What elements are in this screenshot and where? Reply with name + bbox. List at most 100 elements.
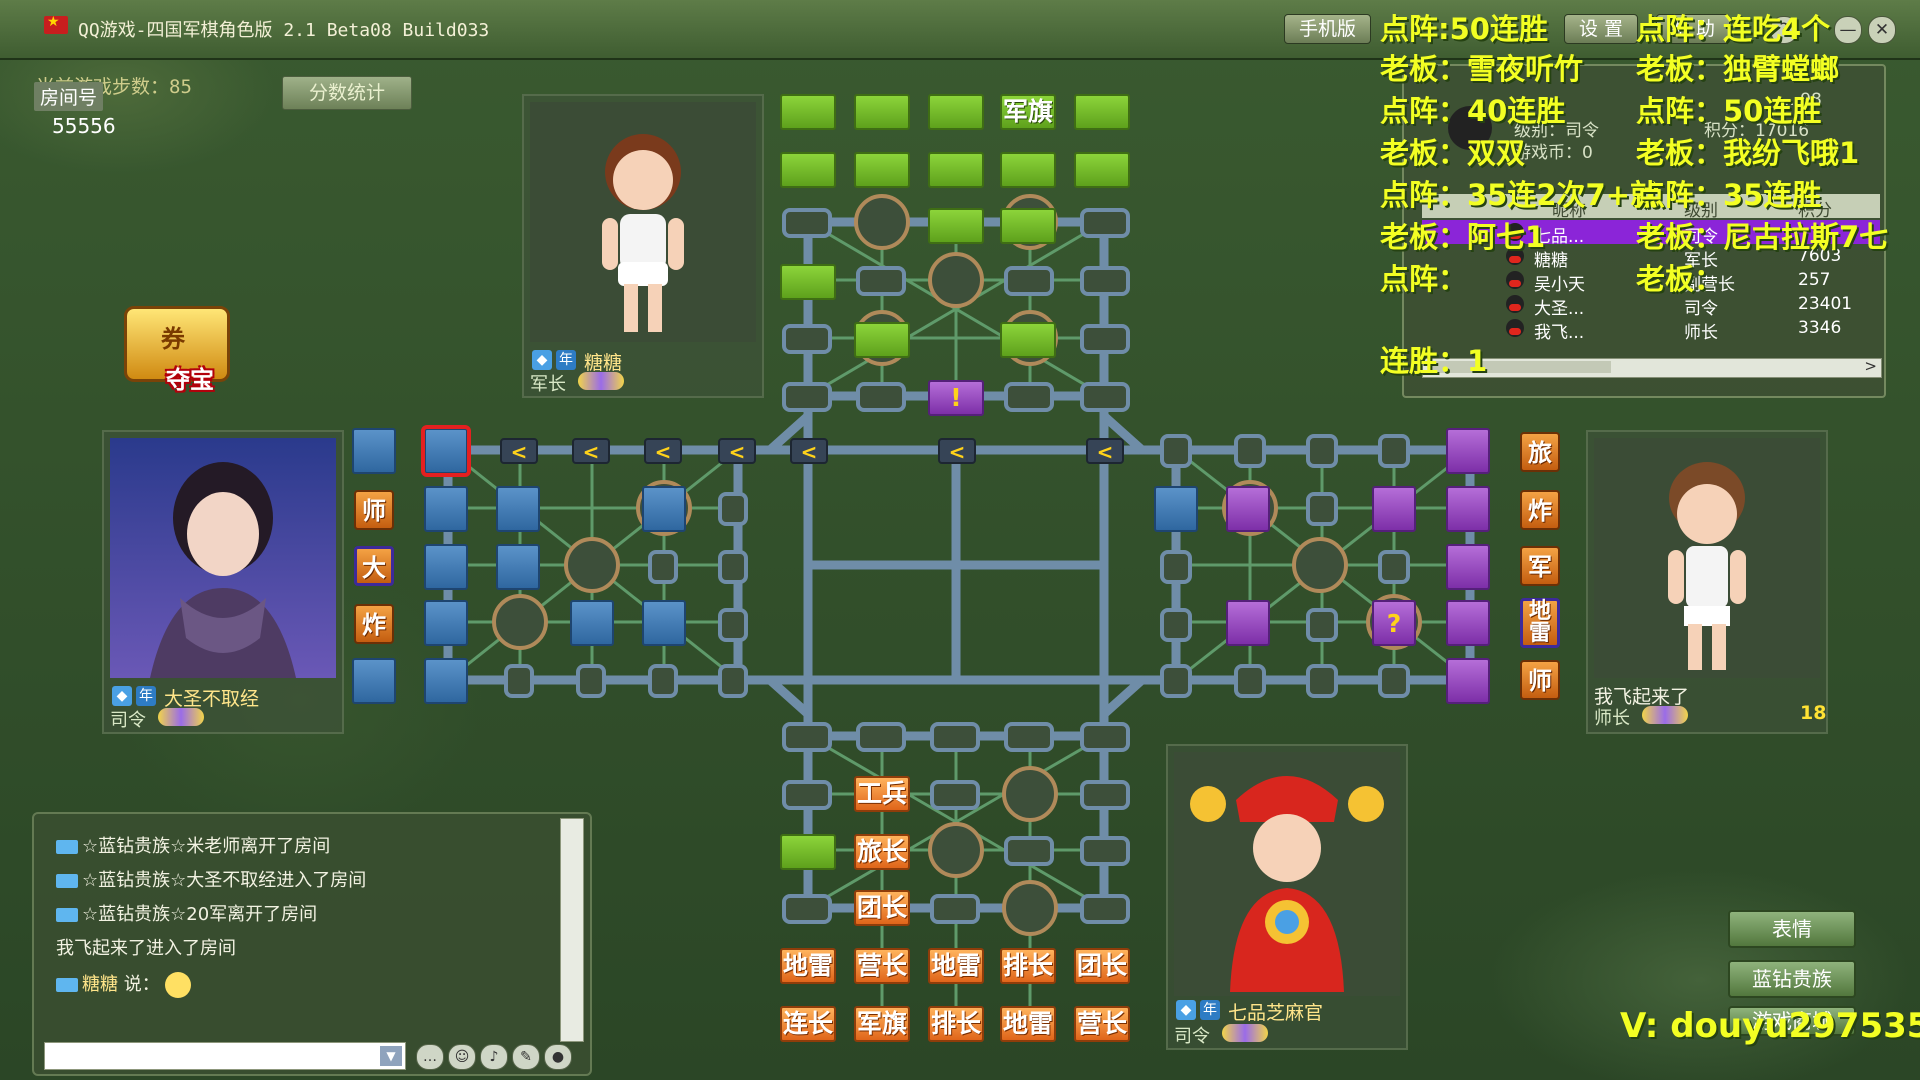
chat-input[interactable] [44,1042,406,1070]
move-arrow-icon: < [1086,438,1124,464]
green-piece[interactable] [1074,94,1130,130]
blue-piece[interactable] [496,544,540,590]
green-piece[interactable] [928,94,984,130]
emoji-button[interactable]: 表情 [1728,910,1856,948]
move-arrow-icon: < [500,438,538,464]
orange-piece[interactable]: 军旗 [854,1006,910,1042]
globe-icon[interactable]: ● [544,1044,572,1070]
green-piece[interactable] [854,152,910,188]
purple-piece[interactable] [1226,600,1270,646]
blue-piece[interactable] [570,600,614,646]
blue-piece[interactable] [424,600,468,646]
speaker-icon[interactable]: ♪ [480,1044,508,1070]
blue-piece[interactable] [352,658,396,704]
left-label-big: 大 [354,546,394,586]
chat-scrollbar[interactable] [560,818,584,1042]
overlay-line: 老板：尼古拉斯7七 [1636,220,1889,254]
blue-piece[interactable] [1154,486,1198,532]
overlay-line: 点阵：35连2次7+就 [1380,178,1660,212]
qq-penguin-icon [1506,271,1524,289]
orange-piece[interactable]: 连长 [780,1006,836,1042]
green-flag-piece[interactable]: 军旗 [1000,94,1056,130]
blue-piece[interactable] [642,486,686,532]
right-label-mine: 地雷 [1520,598,1560,648]
left-label-bomb: 炸 [354,604,394,644]
overlay-line: 老板：阿七1 [1380,220,1546,254]
emoji-icon[interactable]: ☺ [448,1044,476,1070]
chat-message: 糖糖 说： [56,970,192,998]
purple-piece[interactable] [1226,486,1270,532]
wrench-icon[interactable]: ✎ [512,1044,540,1070]
chat-bubble-icon[interactable]: … [416,1044,444,1070]
blue-diamond-button[interactable]: 蓝钻贵族 [1728,960,1856,998]
green-piece[interactable] [1000,208,1056,244]
overlay-line: 老板：雪夜听竹 [1380,52,1584,86]
purple-piece[interactable] [1446,600,1490,646]
green-piece[interactable] [928,208,984,244]
user-row-level: 师长 [1684,323,1718,343]
orange-piece-engineer[interactable]: 工兵 [854,776,910,812]
purple-piece[interactable] [1372,486,1416,532]
blue-piece[interactable] [496,486,540,532]
purple-piece[interactable] [1446,544,1490,590]
overlay-line: 点阵：连吃4个 [1636,12,1831,46]
user-row[interactable]: 我飞... 师长 3346 [1422,316,1880,343]
move-arrow-icon: < [938,438,976,464]
orange-piece[interactable]: 排长 [1000,948,1056,984]
left-label-division: 师 [354,490,394,530]
purple-piece[interactable] [1446,486,1490,532]
green-piece[interactable] [1074,152,1130,188]
user-row-score: 3346 [1798,318,1842,338]
orange-piece[interactable]: 排长 [928,1006,984,1042]
green-piece[interactable] [854,322,910,358]
green-piece[interactable] [854,94,910,130]
smiley-emoji-icon [165,972,192,998]
move-arrow-icon: < [718,438,756,464]
green-piece[interactable] [928,152,984,188]
user-table-scrollbar[interactable]: > [1422,357,1882,378]
green-piece[interactable] [780,264,836,300]
unknown-piece[interactable]: ? [1372,600,1416,646]
green-piece[interactable] [780,834,836,870]
overlay-line: 点阵： [1380,262,1468,296]
blue-piece[interactable] [424,658,468,704]
user-row-score: 23401 [1798,294,1853,314]
purple-piece[interactable] [1446,658,1490,704]
green-piece[interactable] [780,152,836,188]
orange-piece[interactable]: 地雷 [928,948,984,984]
chevron-down-icon[interactable]: ▼ [380,1046,402,1066]
blue-piece[interactable] [424,544,468,590]
user-row-score: 257 [1798,270,1831,290]
overlay-line: 老板：我纷飞哦1 [1636,136,1860,170]
qq-penguin-icon [1506,319,1524,337]
diamond-icon [56,978,78,992]
orange-piece[interactable]: 营长 [854,948,910,984]
orange-piece[interactable]: 地雷 [1000,1006,1056,1042]
chat-message: ☆蓝钻贵族☆大圣不取经进入了房间 [56,866,366,892]
orange-piece[interactable]: 团长 [1074,948,1130,984]
orange-piece[interactable]: 营长 [1074,1006,1130,1042]
green-piece[interactable] [780,94,836,130]
green-piece[interactable] [1000,152,1056,188]
scroll-right-icon[interactable]: > [1864,357,1877,375]
move-arrow-icon: < [644,438,682,464]
overlay-line: 点阵：50连胜 [1636,94,1822,128]
orange-piece-colonel[interactable]: 团长 [854,890,910,926]
blue-piece-selected[interactable] [421,425,471,477]
blue-piece[interactable] [424,486,468,532]
chat-message: ☆蓝钻贵族☆米老师离开了房间 [56,832,330,858]
overlay-line: 连胜：1 [1380,344,1488,378]
blue-piece[interactable] [642,600,686,646]
overlay-line: 点阵：35连胜 [1636,178,1822,212]
right-label-division: 师 [1520,660,1560,700]
green-piece[interactable] [1000,322,1056,358]
blue-piece[interactable] [352,428,396,474]
diamond-icon [56,840,78,854]
orange-piece-brigadier[interactable]: 旅长 [854,834,910,870]
streamer-watermark: V: douyu297535 [1620,1006,1920,1046]
orange-piece[interactable]: 地雷 [780,948,836,984]
alert-piece[interactable]: ! [928,380,984,416]
chat-message: 我飞起来了进入了房间 [56,938,236,959]
overlay-line: 老板：双双 [1380,136,1526,170]
purple-piece[interactable] [1446,428,1490,474]
